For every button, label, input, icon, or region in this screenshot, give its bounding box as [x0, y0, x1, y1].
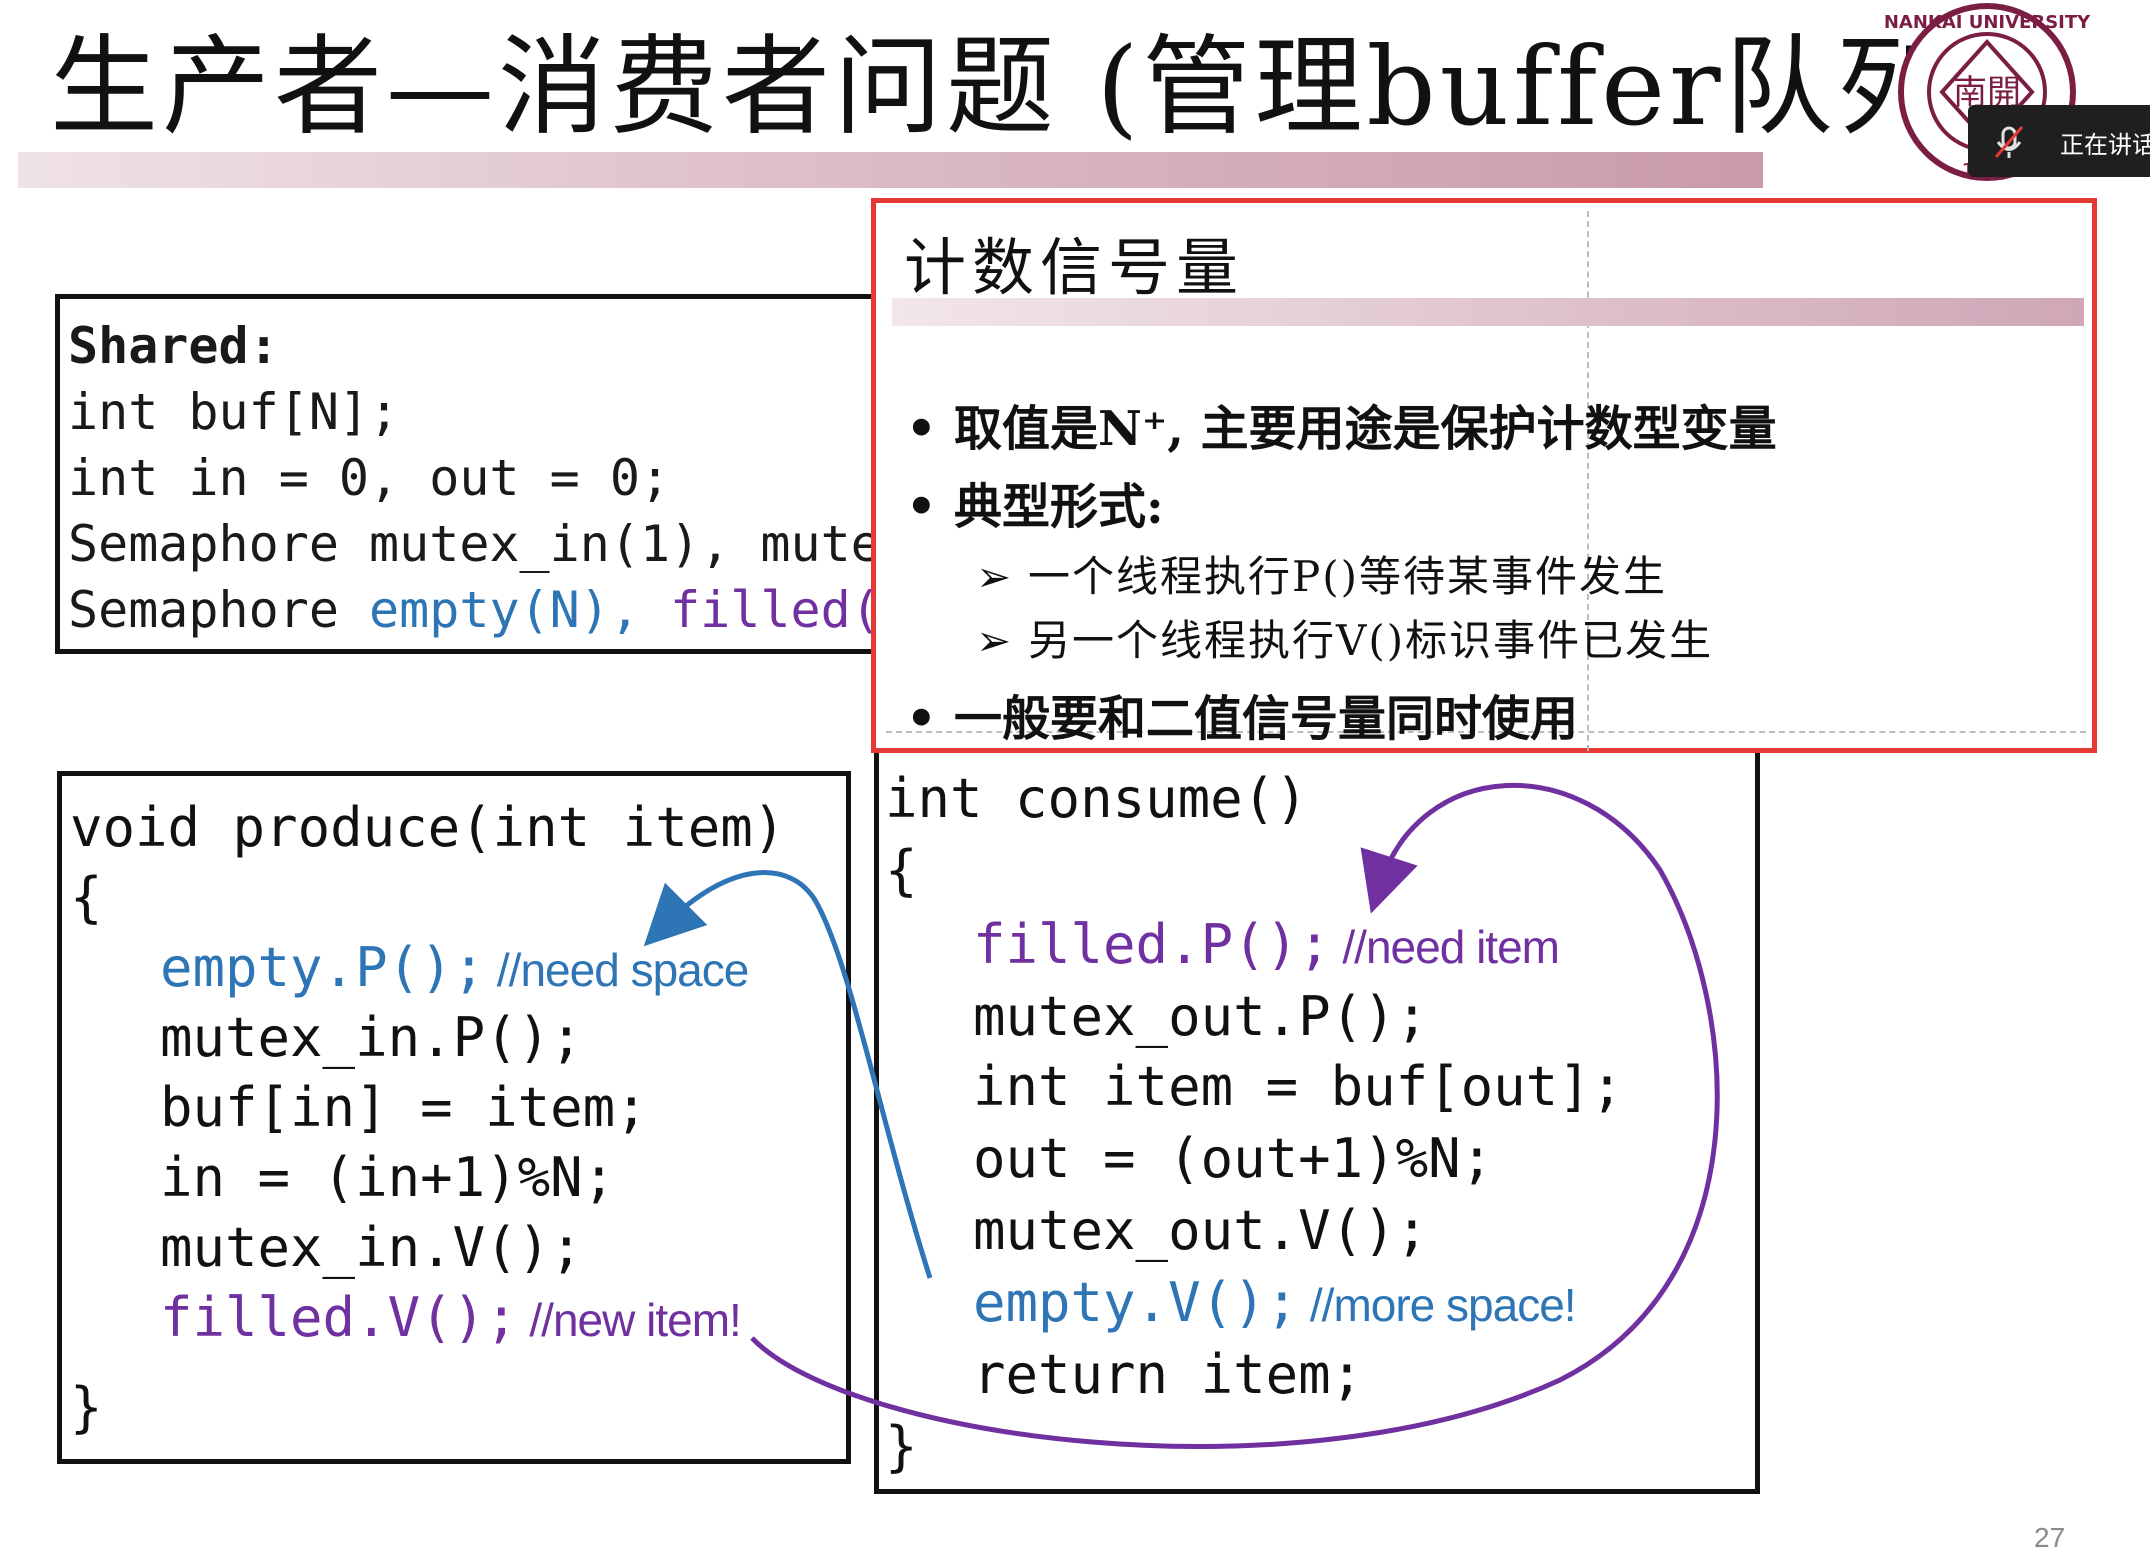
sub-bullet-text: 另一个线程执行V()标识事件已发生: [1028, 616, 1714, 665]
popup-title-bar: [892, 298, 2084, 326]
sub-bullet-item: ➢ 一个线程执行P()等待某事件发生: [976, 543, 1667, 604]
bullet-dot: •: [906, 401, 937, 457]
bullet-text: 典型形式:: [954, 479, 1164, 535]
bullet-dot: •: [906, 479, 937, 535]
blue-arrow: [643, 870, 933, 1279]
bullet-item: • 取值是N⁺, 主要用途是保护计数型变量: [906, 389, 1777, 459]
guide-line-vertical: [1587, 211, 1589, 751]
bullet-item: • 典型形式:: [906, 467, 1164, 537]
sub-bullet-item: ➢ 另一个线程执行V()标识事件已发生: [976, 607, 1713, 668]
sub-bullet-text: 一个线程执行P()等待某事件发生: [1028, 552, 1668, 601]
purple-arrow: [750, 782, 1720, 1449]
arrow-bullet-icon: ➢: [976, 552, 1014, 601]
bullet-text: 取值是N⁺, 主要用途是保护计数型变量: [954, 401, 1777, 457]
arrow-bullet-icon: ➢: [976, 616, 1014, 665]
bullet-dot: •: [906, 691, 937, 747]
popup-title: 计数信号量: [904, 231, 1245, 304]
bullet-text: 一般要和二值信号量同时使用: [954, 691, 1579, 747]
counting-semaphore-popup: 计数信号量 • 取值是N⁺, 主要用途是保护计数型变量 • 典型形式: ➢ 一个线程执…: [871, 198, 2097, 753]
page-number: 27: [2034, 1522, 2066, 1553]
bullet-item: • 一般要和二值信号量同时使用: [906, 679, 1578, 749]
